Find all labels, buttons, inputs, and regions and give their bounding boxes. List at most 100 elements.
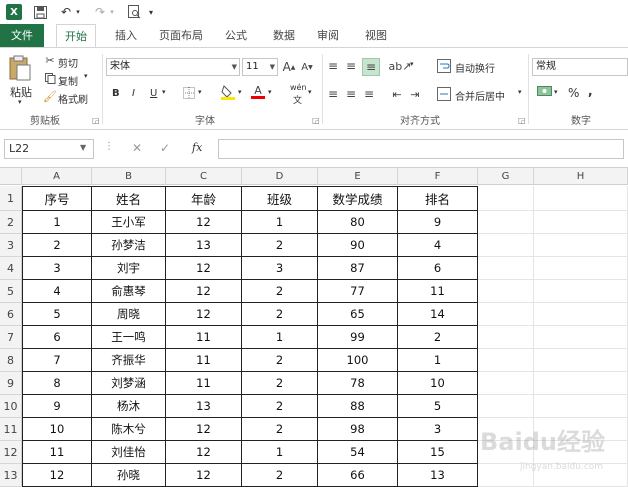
paste-icon[interactable]: [6, 54, 34, 82]
table-cell[interactable]: 65: [318, 303, 398, 326]
insert-function-icon[interactable]: fx: [192, 141, 202, 154]
table-cell[interactable]: 2: [242, 464, 318, 487]
align-top-icon[interactable]: ≡: [326, 58, 340, 74]
table-cell[interactable]: 2: [242, 280, 318, 303]
row-header[interactable]: 1: [0, 186, 22, 211]
borders-dropdown-icon[interactable]: ▾: [198, 88, 202, 96]
align-right-icon[interactable]: ≡: [362, 86, 376, 102]
redo-icon[interactable]: ↷: [92, 4, 108, 20]
empty-cell[interactable]: [478, 186, 534, 211]
copy-dropdown-icon[interactable]: ▾: [84, 72, 88, 80]
format-painter-icon[interactable]: 🖌: [43, 90, 57, 103]
copy-button[interactable]: 复制: [58, 73, 78, 88]
accounting-dropdown-icon[interactable]: ▾: [554, 88, 558, 96]
bold-button[interactable]: B: [112, 88, 120, 99]
name-box-dropdown-icon[interactable]: ▼: [80, 143, 86, 152]
format-painter-button[interactable]: 格式刷: [58, 91, 88, 106]
table-cell[interactable]: 7: [22, 349, 92, 372]
table-cell[interactable]: 2: [22, 234, 92, 257]
formula-input[interactable]: [218, 139, 624, 159]
table-cell[interactable]: 3: [398, 418, 478, 441]
row-header[interactable]: 7: [0, 326, 22, 349]
table-cell[interactable]: 4: [398, 234, 478, 257]
table-cell[interactable]: 齐振华: [92, 349, 166, 372]
table-cell[interactable]: 54: [318, 441, 398, 464]
table-cell[interactable]: 4: [22, 280, 92, 303]
wrap-text-icon[interactable]: [436, 58, 452, 74]
phonetic-dropdown-icon[interactable]: ▾: [308, 88, 312, 96]
table-cell[interactable]: 9: [22, 395, 92, 418]
table-header-cell[interactable]: 数学成绩: [318, 186, 398, 211]
table-cell[interactable]: 2: [242, 372, 318, 395]
save-icon[interactable]: [32, 4, 48, 20]
cut-icon[interactable]: ✂: [44, 54, 56, 67]
underline-dropdown-icon[interactable]: ▾: [162, 88, 166, 96]
table-cell[interactable]: 杨沐: [92, 395, 166, 418]
customize-qat-icon[interactable]: ▾: [146, 4, 156, 20]
table-cell[interactable]: 87: [318, 257, 398, 280]
empty-cell[interactable]: [534, 349, 628, 372]
table-cell[interactable]: 6: [22, 326, 92, 349]
row-header[interactable]: 8: [0, 349, 22, 372]
column-header[interactable]: H: [534, 168, 628, 185]
table-cell[interactable]: 77: [318, 280, 398, 303]
table-cell[interactable]: 12: [166, 441, 242, 464]
table-cell[interactable]: 11: [398, 280, 478, 303]
align-middle-icon[interactable]: ≡: [344, 58, 358, 74]
table-cell[interactable]: 2: [242, 418, 318, 441]
table-cell[interactable]: 5: [398, 395, 478, 418]
column-header[interactable]: G: [478, 168, 534, 185]
tab-home[interactable]: 开始: [56, 24, 96, 48]
redo-dropdown-icon[interactable]: ▾: [108, 4, 116, 20]
empty-cell[interactable]: [478, 326, 534, 349]
tab-formulas[interactable]: 公式: [218, 24, 254, 47]
column-header[interactable]: D: [242, 168, 318, 185]
table-cell[interactable]: 12: [22, 464, 92, 487]
table-cell[interactable]: 66: [318, 464, 398, 487]
empty-cell[interactable]: [478, 303, 534, 326]
empty-cell[interactable]: [478, 349, 534, 372]
empty-cell[interactable]: [478, 234, 534, 257]
table-header-cell[interactable]: 班级: [242, 186, 318, 211]
tab-file[interactable]: 文件: [0, 24, 44, 47]
table-cell[interactable]: 刘佳怡: [92, 441, 166, 464]
empty-cell[interactable]: [478, 257, 534, 280]
table-cell[interactable]: 12: [166, 303, 242, 326]
empty-cell[interactable]: [534, 326, 628, 349]
empty-cell[interactable]: [534, 303, 628, 326]
table-cell[interactable]: 100: [318, 349, 398, 372]
table-cell[interactable]: 5: [22, 303, 92, 326]
column-header[interactable]: B: [92, 168, 166, 185]
table-cell[interactable]: 1: [242, 441, 318, 464]
fill-color-icon[interactable]: [220, 84, 236, 100]
table-cell[interactable]: 1: [398, 349, 478, 372]
empty-cell[interactable]: [534, 372, 628, 395]
tab-insert[interactable]: 插入: [108, 24, 144, 47]
table-cell[interactable]: 2: [242, 349, 318, 372]
fill-color-dropdown-icon[interactable]: ▾: [238, 88, 242, 96]
empty-cell[interactable]: [478, 372, 534, 395]
table-header-cell[interactable]: 年龄: [166, 186, 242, 211]
comma-style-icon[interactable]: ,: [588, 84, 593, 98]
table-cell[interactable]: 13: [166, 395, 242, 418]
table-cell[interactable]: 刘宇: [92, 257, 166, 280]
italic-button[interactable]: I: [132, 88, 135, 99]
tab-data[interactable]: 数据: [266, 24, 302, 47]
row-header[interactable]: 9: [0, 372, 22, 395]
font-launcher-icon[interactable]: ◲: [312, 116, 320, 125]
table-cell[interactable]: 2: [242, 234, 318, 257]
decrease-indent-icon[interactable]: ⇤: [390, 86, 404, 102]
table-cell[interactable]: 78: [318, 372, 398, 395]
row-header[interactable]: 2: [0, 211, 22, 234]
table-cell[interactable]: 88: [318, 395, 398, 418]
underline-button[interactable]: U: [150, 88, 157, 99]
empty-cell[interactable]: [534, 234, 628, 257]
row-header[interactable]: 13: [0, 464, 22, 487]
table-header-cell[interactable]: 序号: [22, 186, 92, 211]
table-cell[interactable]: 2: [242, 395, 318, 418]
column-header[interactable]: C: [166, 168, 242, 185]
table-cell[interactable]: 12: [166, 418, 242, 441]
table-cell[interactable]: 9: [398, 211, 478, 234]
empty-cell[interactable]: [478, 211, 534, 234]
empty-cell[interactable]: [478, 395, 534, 418]
